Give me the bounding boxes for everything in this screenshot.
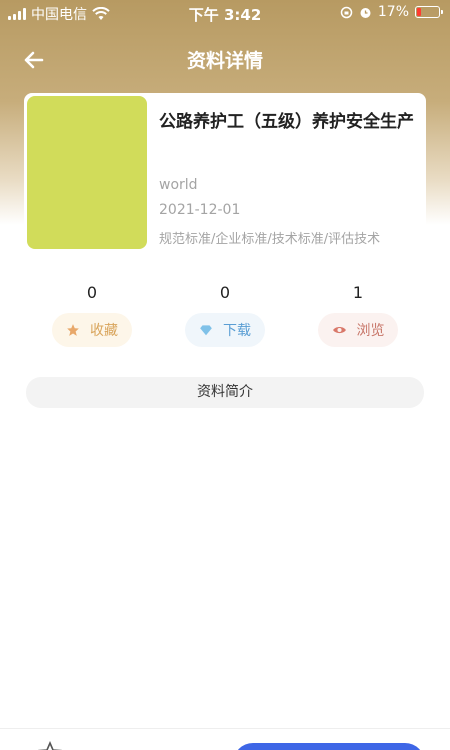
star-outline-icon[interactable] [38,741,62,750]
resource-author: world [159,177,198,193]
battery-icon [415,6,443,18]
browse-button[interactable]: 浏览 [318,313,398,347]
download-label: 下载 [223,323,251,339]
status-bar: 中国电信 下午 3:42 17% [0,0,450,26]
download-count: 0 [219,283,231,302]
resource-thumbnail [27,96,147,249]
primary-action-button[interactable] [233,743,425,750]
collect-label: 收藏 [90,323,118,339]
stat-collect: 0 收藏 [26,283,158,353]
rotation-lock-icon [340,6,353,18]
browse-label: 浏览 [356,323,385,339]
diamond-icon [200,325,212,336]
eye-icon [332,326,346,334]
stat-browse: 1 浏览 [292,283,424,353]
bottom-action-bar [0,728,450,750]
battery-percent: 17% [377,4,409,20]
resource-title: 公路养护工（五级）养护安全生产 [159,112,414,132]
collect-button[interactable]: 收藏 [52,313,132,347]
browse-count: 1 [352,283,364,302]
stats-row: 0 收藏 0 下载 1 浏览 [26,283,424,353]
alarm-icon [360,7,371,18]
resource-date: 2021-12-01 [159,202,241,218]
page-title: 资料详情 [186,50,263,72]
stat-download: 0 下载 [159,283,291,353]
status-right: 17% [340,4,443,20]
resource-tags: 规范标准/企业标准/技术标准/评估技术 [159,232,381,247]
intro-tab[interactable]: 资料简介 [26,377,424,408]
star-icon [67,324,79,336]
download-button[interactable]: 下载 [185,313,265,347]
navigation-bar: 资料详情 [0,40,450,80]
resource-card: 公路养护工（五级）养护安全生产 world 2021-12-01 规范标准/企业… [24,93,426,251]
battery-level [417,8,421,16]
collect-count: 0 [86,283,98,302]
